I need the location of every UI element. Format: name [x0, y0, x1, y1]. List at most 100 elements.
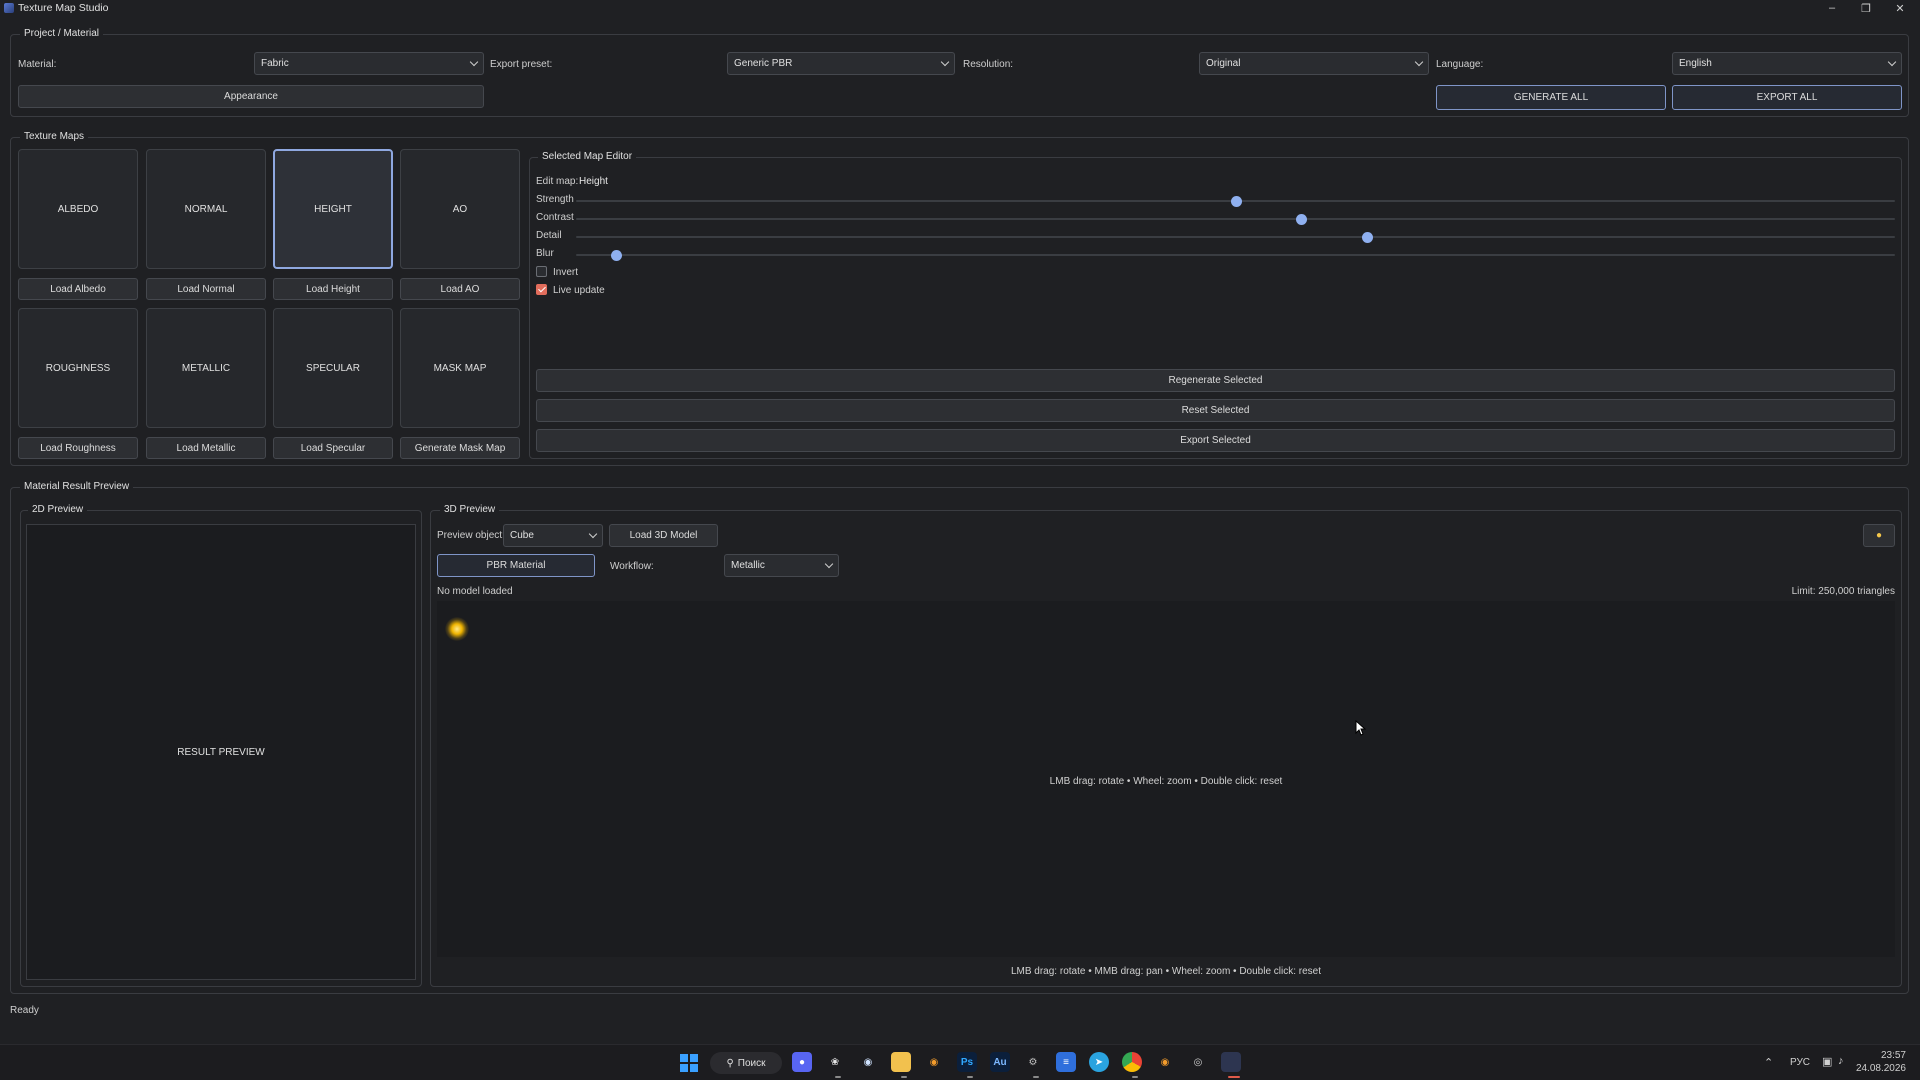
- chevron-down-icon: [588, 529, 598, 538]
- running-indicator: [1132, 1076, 1138, 1078]
- slider-contrast[interactable]: [576, 218, 1895, 220]
- tile-specular[interactable]: SPECULAR: [273, 308, 393, 428]
- minimize-icon[interactable]: –: [1815, 0, 1849, 16]
- texture-maps-title: Texture Maps: [20, 131, 89, 142]
- load-normal-button[interactable]: Load Normal: [146, 278, 266, 300]
- material-select[interactable]: Fabric: [254, 52, 484, 75]
- chevron-down-icon: [824, 559, 834, 568]
- tile-metallic[interactable]: METALLIC: [146, 308, 266, 428]
- project-group-title: Project / Material: [20, 28, 104, 39]
- load-roughness-button[interactable]: Load Roughness: [18, 437, 138, 459]
- status-text: Ready: [10, 1005, 39, 1016]
- close-icon[interactable]: ✕: [1883, 0, 1917, 16]
- tray-expand-icon[interactable]: ⌃: [1764, 1056, 1773, 1069]
- load-ao-button[interactable]: Load AO: [400, 278, 520, 300]
- input-language[interactable]: РУС: [1790, 1057, 1810, 1068]
- load-3d-model-button[interactable]: Load 3D Model: [609, 524, 718, 547]
- file-explorer-icon[interactable]: [891, 1052, 911, 1072]
- invert-label: Invert: [553, 267, 579, 278]
- chevron-down-icon: [1887, 57, 1897, 66]
- clock-time[interactable]: 23:57: [1862, 1050, 1906, 1061]
- chatgpt-icon[interactable]: ❀: [825, 1052, 845, 1072]
- slider-label-contrast: Contrast: [536, 212, 574, 223]
- export-preset-select[interactable]: Generic PBR: [727, 52, 955, 75]
- resolution-select[interactable]: Original: [1199, 52, 1429, 75]
- generate-mask-map-button[interactable]: Generate Mask Map: [400, 437, 520, 459]
- preview-3d-title: 3D Preview: [440, 504, 500, 515]
- invert-checkbox[interactable]: [536, 266, 547, 277]
- network-icon[interactable]: ▣: [1822, 1055, 1832, 1068]
- tile-albedo[interactable]: ALBEDO: [18, 149, 138, 269]
- regenerate-selected-button[interactable]: Regenerate Selected: [536, 369, 1895, 392]
- pbr-material-button[interactable]: PBR Material: [437, 554, 595, 577]
- preview-object-select[interactable]: Cube: [503, 524, 603, 547]
- live-update-checkbox[interactable]: [536, 284, 547, 295]
- result-preview-area: RESULT PREVIEW: [26, 524, 416, 980]
- light-source-icon[interactable]: [445, 617, 469, 641]
- resolution-value: Original: [1206, 58, 1241, 69]
- maximize-icon[interactable]: ❐: [1849, 0, 1883, 16]
- slider-blur[interactable]: [576, 254, 1895, 256]
- start-tile-1: [680, 1054, 688, 1062]
- steam-icon[interactable]: ◉: [858, 1052, 878, 1072]
- active-indicator: [1228, 1076, 1240, 1078]
- generate-all-button[interactable]: GENERATE ALL: [1436, 85, 1666, 110]
- load-metallic-button[interactable]: Load Metallic: [146, 437, 266, 459]
- obs-icon[interactable]: ◎: [1188, 1052, 1208, 1072]
- triangle-limit-text: Limit: 250,000 triangles: [1791, 586, 1895, 597]
- light-bulb-icon[interactable]: ●: [1863, 524, 1895, 547]
- workflow-select[interactable]: Metallic: [724, 554, 839, 577]
- chevron-down-icon: [940, 57, 950, 66]
- chevron-down-icon: [469, 57, 479, 66]
- slider-handle-strength[interactable]: [1230, 196, 1242, 207]
- texture-map-studio-taskbar-icon[interactable]: [1221, 1052, 1241, 1072]
- blender-icon[interactable]: ◉: [924, 1052, 944, 1072]
- settings-gear-icon[interactable]: ⚙: [1023, 1052, 1043, 1072]
- start-tile-3: [680, 1064, 688, 1072]
- load-albedo-button[interactable]: Load Albedo: [18, 278, 138, 300]
- result-group-title: Material Result Preview: [20, 481, 134, 492]
- document-icon[interactable]: ≡: [1056, 1052, 1076, 1072]
- blender-icon-2[interactable]: ◉: [1155, 1052, 1175, 1072]
- no-model-text: No model loaded: [437, 586, 513, 597]
- chrome-icon[interactable]: [1122, 1052, 1142, 1072]
- language-select[interactable]: English: [1672, 52, 1902, 75]
- load-specular-button[interactable]: Load Specular: [273, 437, 393, 459]
- slider-detail[interactable]: [576, 236, 1895, 238]
- export-all-button[interactable]: EXPORT ALL: [1672, 85, 1902, 110]
- photoshop-icon[interactable]: Ps: [957, 1052, 977, 1072]
- tile-roughness[interactable]: ROUGHNESS: [18, 308, 138, 428]
- export-selected-button[interactable]: Export Selected: [536, 429, 1895, 452]
- export-preset-value: Generic PBR: [734, 58, 793, 69]
- preview-object-value: Cube: [510, 530, 534, 541]
- audition-icon[interactable]: Au: [990, 1052, 1010, 1072]
- search-label: Поиск: [737, 1057, 766, 1069]
- volume-icon[interactable]: ♪: [1838, 1055, 1844, 1067]
- export-preset-label: Export preset:: [490, 59, 553, 70]
- title-bar: [0, 0, 1920, 16]
- tile-normal[interactable]: NORMAL: [146, 149, 266, 269]
- tile-ao[interactable]: AO: [400, 149, 520, 269]
- tile-height[interactable]: HEIGHT: [273, 149, 393, 269]
- material-value: Fabric: [261, 58, 289, 69]
- window-title: Texture Map Studio: [18, 2, 109, 14]
- running-indicator: [1033, 1076, 1039, 1078]
- appearance-button[interactable]: Appearance: [18, 85, 484, 108]
- tile-mask-map[interactable]: MASK MAP: [400, 308, 520, 428]
- running-indicator: [901, 1076, 907, 1078]
- clock-date[interactable]: 24.08.2026: [1854, 1063, 1906, 1074]
- workflow-label: Workflow:: [610, 561, 654, 572]
- telegram-icon[interactable]: ➤: [1089, 1052, 1109, 1072]
- start-tile-4: [690, 1064, 698, 1072]
- preview-object-label: Preview object:: [437, 530, 505, 541]
- discord-icon[interactable]: ●: [792, 1052, 812, 1072]
- live-update-label: Live update: [553, 285, 605, 296]
- slider-label-detail: Detail: [536, 230, 562, 241]
- language-label: Language:: [1436, 59, 1484, 70]
- running-indicator: [967, 1076, 973, 1078]
- load-height-button[interactable]: Load Height: [273, 278, 393, 300]
- slider-handle-blur[interactable]: [610, 250, 622, 261]
- taskbar-search[interactable]: ⚲ Поиск: [710, 1052, 782, 1074]
- windows-start-icon[interactable]: [680, 1054, 698, 1072]
- reset-selected-button[interactable]: Reset Selected: [536, 399, 1895, 422]
